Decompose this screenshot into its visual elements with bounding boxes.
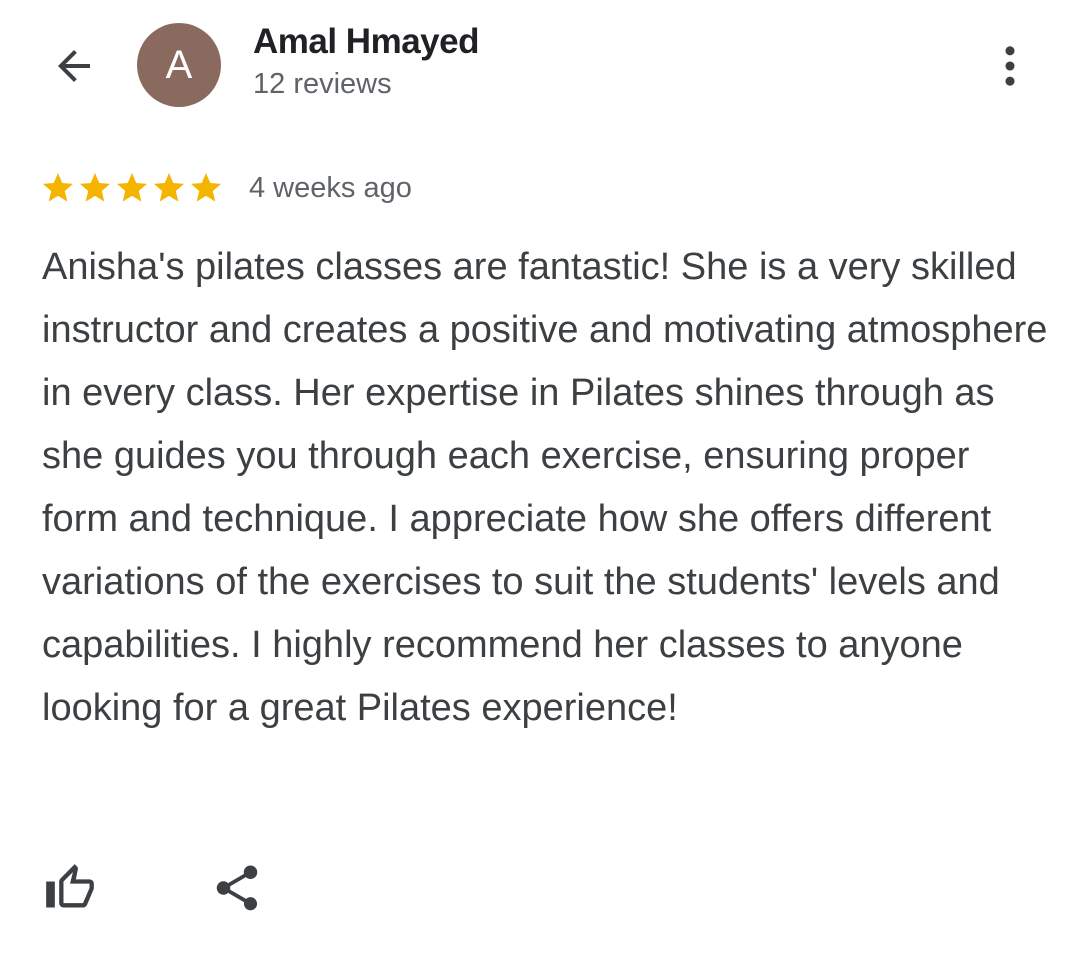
avatar[interactable]: A xyxy=(137,23,221,107)
arrow-back-icon xyxy=(58,50,90,82)
share-icon xyxy=(216,865,258,911)
share-button[interactable] xyxy=(205,856,269,920)
star-icon xyxy=(117,173,147,202)
back-button[interactable] xyxy=(40,32,108,100)
rating-row: 4 weeks ago xyxy=(40,166,412,210)
thumb-up-icon xyxy=(46,864,94,908)
review-time: 4 weeks ago xyxy=(249,171,412,204)
like-button[interactable] xyxy=(38,858,102,918)
star-icon xyxy=(154,173,184,202)
author-name[interactable]: Amal Hmayed xyxy=(253,22,479,62)
review-text: Anisha's pilates classes are fantastic! … xyxy=(42,246,1048,729)
star-icon xyxy=(191,173,221,202)
more-vert-icon xyxy=(1005,46,1015,86)
review-count: 12 reviews xyxy=(253,68,392,100)
star-icon xyxy=(80,173,110,202)
avatar-letter: A xyxy=(165,42,193,87)
star-icon xyxy=(43,173,73,202)
more-options-button[interactable] xyxy=(984,36,1036,96)
star-rating xyxy=(40,170,225,206)
